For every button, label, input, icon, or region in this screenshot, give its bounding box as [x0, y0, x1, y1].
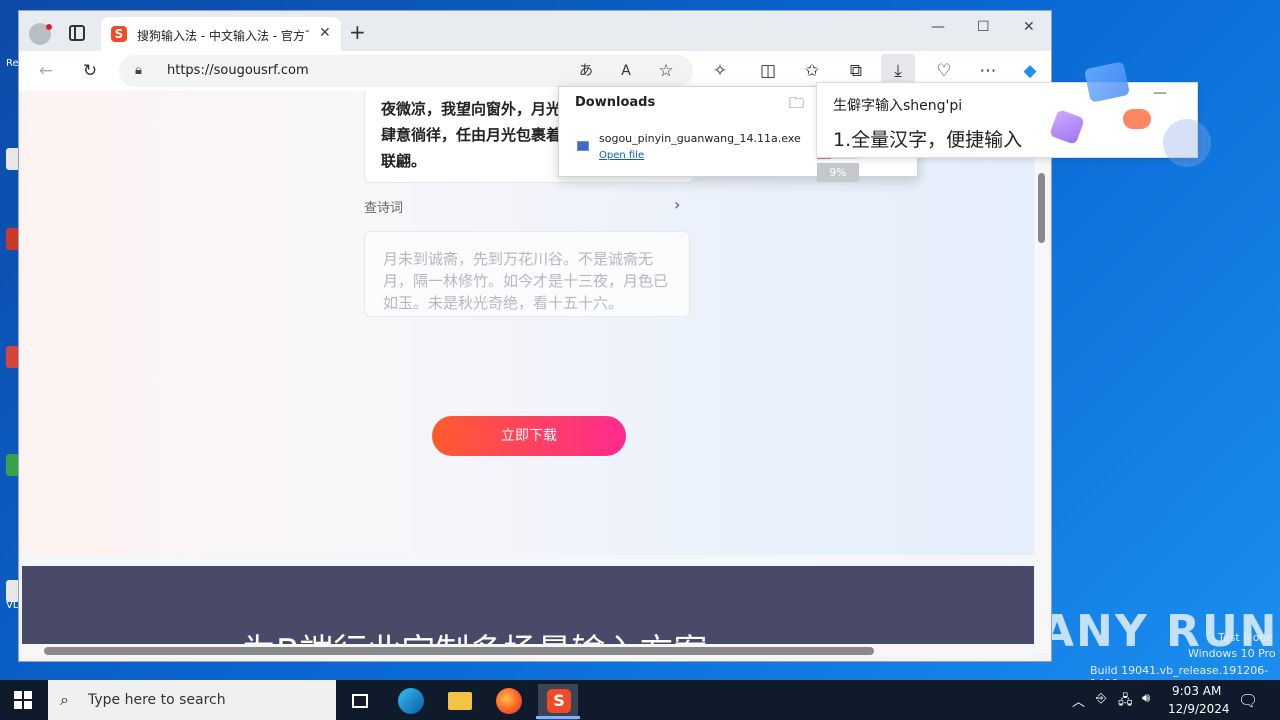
new-tab-button[interactable]: + [349, 22, 366, 42]
network-icon[interactable]: 🖧︎ [1118, 691, 1133, 713]
ime-decoration-icon [1163, 119, 1211, 167]
download-now-button[interactable]: 立即下载 [432, 416, 626, 456]
favorite-icon[interactable]: ☆ [655, 60, 677, 82]
back-icon[interactable]: ← [35, 60, 57, 82]
maximize-button[interactable]: ☐ [977, 19, 990, 35]
horizontal-scrollbar[interactable] [22, 644, 1034, 658]
immersive-reader-icon[interactable]: A [615, 60, 637, 82]
taskbar-search-box[interactable]: ⌕ Type here to search [48, 680, 336, 720]
url-text[interactable]: https://sougousrf.com [167, 63, 309, 78]
poem-section-title: 查诗词 [364, 201, 404, 216]
ime-decoration-icon [1049, 109, 1085, 145]
ime-decoration-icon [1123, 109, 1151, 129]
tab-actions-icon[interactable] [69, 25, 85, 41]
firefox-icon[interactable] [488, 684, 528, 720]
collections-icon[interactable]: ⧉ [845, 60, 867, 82]
tab-title: 搜狗输入法 - 中文输入法 - 官方下载 [137, 29, 309, 43]
open-file-link[interactable]: Open file [599, 150, 644, 161]
active-app-indicator [536, 716, 580, 719]
search-icon: ⌕ [60, 690, 69, 709]
poem-text: 月未到诚斋，先到万花川谷。不是诚斋无月，隔一林修竹。如今才是十三夜，月色已如玉。… [383, 250, 669, 312]
os-watermark: Windows 10 Pro [1188, 647, 1276, 660]
horizontal-scroll-thumb[interactable] [44, 647, 874, 655]
clock-date[interactable]: 12/9/2024 [1168, 702, 1230, 716]
performance-icon[interactable]: ♡ [933, 60, 955, 82]
read-aloud-icon[interactable]: あ [575, 60, 597, 82]
ime-minimize-button[interactable]: — [1153, 85, 1167, 101]
ime-composition-text: 生僻字输入sheng'pi [833, 98, 963, 114]
ime-decoration-icon [1083, 61, 1131, 103]
download-progress-label: 9% [817, 163, 859, 182]
vertical-scrollbar[interactable] [1035, 91, 1049, 653]
sogou-installer-icon[interactable]: S [538, 684, 578, 720]
chevron-up-icon[interactable]: ︿ [1072, 691, 1085, 710]
test-mode-watermark: Test Mode [1218, 631, 1274, 644]
extensions-icon[interactable]: ✧ [709, 60, 731, 82]
usb-icon[interactable]: ⎆ [1096, 691, 1106, 706]
desktop-icon-label: VL [6, 600, 19, 611]
poem-card: 月未到诚斋，先到万花川谷。不是诚斋无月，隔一林修竹。如今才是十三夜，月色已如玉。… [364, 231, 690, 317]
lock-icon[interactable]: 🔒︎ [135, 63, 142, 78]
search-placeholder: Type here to search [88, 692, 226, 708]
refresh-icon[interactable]: ↻ [79, 60, 101, 82]
chevron-right-icon[interactable]: › [674, 195, 680, 214]
notifications-icon[interactable]: 🗨︎ [1238, 691, 1258, 710]
copilot-icon[interactable]: ◆ [1019, 60, 1041, 82]
exe-file-icon [577, 141, 589, 151]
tab-close-icon[interactable]: ✕ [319, 25, 331, 41]
tab-bar: S 搜狗输入法 - 中文输入法 - 官方下载 ✕ + — ☐ ✕ [19, 11, 1051, 51]
recycle-bin-label[interactable]: Re [6, 58, 19, 69]
file-explorer-icon[interactable] [440, 684, 480, 720]
favorites-icon[interactable]: ✩ [801, 60, 823, 82]
volume-icon[interactable]: 🔊︎ [1142, 691, 1150, 706]
tab-sogou[interactable]: S 搜狗输入法 - 中文输入法 - 官方下载 ✕ [101, 17, 341, 51]
profile-notification-dot [46, 24, 52, 30]
edge-taskbar-icon[interactable] [390, 684, 430, 720]
taskbar: ⌕ Type here to search S ︿ ⎆ 🖧︎ 🔊︎ 9:03 A… [0, 680, 1280, 720]
downloads-icon[interactable]: ⤓ [887, 60, 909, 82]
download-filename[interactable]: sogou_pinyin_guanwang_14.11a.exe [599, 132, 801, 145]
clock-time[interactable]: 9:03 AM [1172, 684, 1221, 698]
more-icon[interactable]: ⋯ [977, 60, 999, 82]
split-screen-icon[interactable]: ◫ [757, 60, 779, 82]
ime-candidate-1[interactable]: 1.全量汉字，便捷输入 [833, 125, 1022, 152]
open-folder-icon[interactable]: 🗀︎ [789, 93, 804, 118]
close-window-button[interactable]: ✕ [1023, 19, 1035, 35]
downloads-title: Downloads [575, 95, 656, 110]
sogou-favicon-icon: S [111, 26, 127, 42]
address-bar[interactable]: 🔒︎ https://sougousrf.com あ A ☆ [119, 55, 693, 87]
b2b-section: 为B端行业定制多场景输入方案 [22, 566, 1034, 653]
minimize-button[interactable]: — [931, 19, 945, 35]
start-windows-icon[interactable] [14, 691, 32, 709]
vertical-scroll-thumb[interactable] [1038, 173, 1045, 243]
ime-candidate-window: 生僻字输入sheng'pi 1.全量汉字，便捷输入 — [816, 61, 1211, 167]
task-view-icon[interactable] [340, 684, 380, 720]
